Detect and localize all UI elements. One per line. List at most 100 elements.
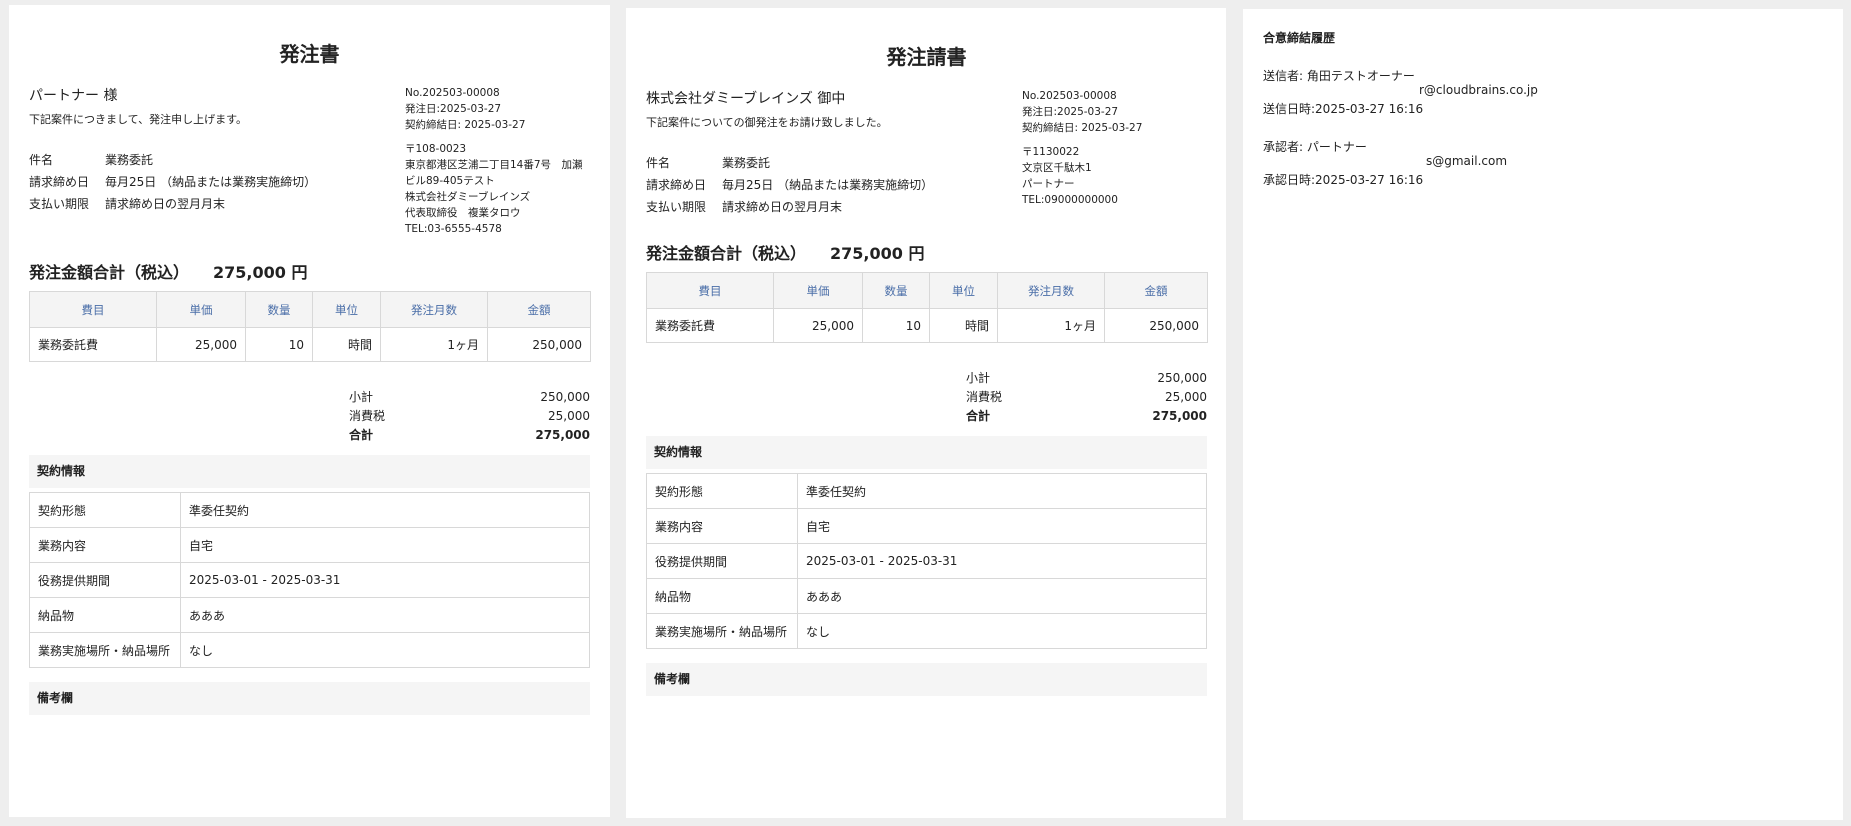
table-row: 契約形態 準委任契約: [29, 492, 590, 528]
sender-email: r@cloudbrains.co.jp: [1419, 83, 1538, 97]
term-value: 業務委託: [105, 153, 154, 167]
contract-value: あああ: [797, 578, 1207, 614]
table-row: 納品物 あああ: [29, 597, 590, 633]
contract-value: 準委任契約: [180, 492, 590, 528]
term-label: 支払い期限: [646, 200, 707, 214]
partner-name: パートナー: [1022, 178, 1075, 190]
tax-value: 25,000: [1165, 390, 1207, 404]
document-number: No.202503-00008: [1022, 90, 1117, 102]
quantity: 10: [862, 308, 930, 343]
contract-label: 業務内容: [29, 527, 181, 563]
item-name: 業務委託費: [646, 308, 774, 343]
history-title: 合意締結履歴: [1263, 31, 1336, 45]
addressee: パートナー 様: [29, 88, 118, 104]
tax-row: 消費税 25,000: [966, 388, 1207, 407]
contract-label: 業務実施場所・納品場所: [646, 613, 798, 649]
items-table: 費目 単価 数量 単位 発注月数 金額 業務委託費 25,000 10 時間 1…: [646, 272, 1208, 343]
lead-text: 下記案件につきまして、発注申し上げます。: [29, 113, 248, 126]
contract-value: あああ: [180, 597, 590, 633]
header-left: パートナー 様 下記案件につきまして、発注申し上げます。 件名 業務委託 請求締め…: [29, 85, 389, 237]
header-left: 株式会社ダミーブレインズ 御中 下記案件についての御発注をお請け致しました。 件…: [646, 88, 1006, 218]
terms-list: 件名 業務委託 請求締め日 毎月25日 （納品または業務実施締切） 支払い期限 請求締…: [29, 149, 389, 215]
document-title: 発注書: [279, 42, 340, 66]
unit-price: 25,000: [773, 308, 863, 343]
column-header: 単価: [773, 272, 863, 309]
total-row: 合計 275,000: [966, 407, 1207, 426]
term-value: 毎月25日 （納品または業務実施締切）: [105, 175, 317, 189]
tax-value: 25,000: [548, 409, 590, 423]
contract-value: 2025-03-01 - 2025-03-31: [797, 543, 1207, 579]
sent-at: 送信日時:2025-03-27 16:16: [1263, 102, 1424, 116]
table-row: 業務実施場所・納品場所 なし: [29, 632, 590, 668]
issuer-postal: 〒108-0023: [405, 143, 467, 155]
column-header: 費目: [29, 291, 157, 328]
term-value: 業務委託: [722, 156, 771, 170]
column-header: 数量: [245, 291, 313, 328]
total-value: 275,000: [1152, 409, 1207, 423]
quantity: 10: [245, 327, 313, 362]
table-row: 業務委託費 25,000 10 時間 1ヶ月 250,000: [29, 327, 591, 362]
term-row: 支払い期限 請求締め日の翌月月末: [646, 196, 1006, 218]
order-total: 発注金額合計（税込） 275,000 円: [29, 259, 590, 283]
order-date: 発注日:2025-03-27: [1022, 106, 1119, 118]
sender: 送信者: 角田テストオーナー: [1263, 69, 1415, 83]
column-header: 数量: [862, 272, 930, 309]
order-total: 発注金額合計（税込） 275,000 円: [646, 240, 1207, 264]
column-header: 発注月数: [997, 272, 1105, 309]
term-value: 請求締め日の翌月月末: [722, 200, 843, 214]
contract-section-heading: 契約情報: [646, 436, 1207, 469]
column-header: 金額: [487, 291, 591, 328]
contract-section-heading: 契約情報: [29, 455, 590, 488]
document-number: No.202503-00008: [405, 87, 500, 99]
order-acceptance-page: 発注請書 株式会社ダミーブレインズ 御中 下記案件についての御発注をお請け致しま…: [626, 8, 1226, 818]
contract-table: 契約形態 準委任契約 業務内容 自宅 役務提供期間 2025-03-01 - 2025…: [29, 492, 590, 668]
subtotal-label: 小計: [966, 371, 991, 385]
contract-value: なし: [180, 632, 590, 668]
table-row: 納品物 あああ: [646, 578, 1207, 614]
item-name: 業務委託費: [29, 327, 157, 362]
term-label: 支払い期限: [29, 197, 90, 211]
term-row: 支払い期限 請求締め日の翌月月末: [29, 193, 389, 215]
table-row: 役務提供期間 2025-03-01 - 2025-03-31: [29, 562, 590, 598]
contract-label: 納品物: [29, 597, 181, 633]
contract-label: 役務提供期間: [29, 562, 181, 598]
subtotal-row: 小計 250,000: [966, 369, 1207, 388]
term-label: 件名: [646, 156, 671, 170]
sums-block: 小計 250,000 消費税 25,000 合計 275,000: [349, 388, 590, 445]
table-row: 業務内容 自宅: [646, 508, 1207, 544]
terms-list: 件名 業務委託 請求締め日 毎月25日 （納品または業務実施締切） 支払い期限 請求締…: [646, 152, 1006, 218]
unit: 時間: [312, 327, 381, 362]
issuer-company: 株式会社ダミーブレインズ: [405, 191, 531, 203]
table-row: 業務実施場所・納品場所 なし: [646, 613, 1207, 649]
term-label: 請求締め日: [29, 175, 90, 189]
total-value: 275,000: [535, 428, 590, 442]
contract-label: 役務提供期間: [646, 543, 798, 579]
column-header: 金額: [1104, 272, 1208, 309]
contract-table: 契約形態 準委任契約 業務内容 自宅 役務提供期間 2025-03-01 - 2025…: [646, 473, 1207, 649]
column-header: 単位: [929, 272, 998, 309]
contract-value: 2025-03-01 - 2025-03-31: [180, 562, 590, 598]
remarks-section-heading: 備考欄: [29, 682, 590, 715]
table-row: 役務提供期間 2025-03-01 - 2025-03-31: [646, 543, 1207, 579]
header-right: No.202503-00008 発注日:2025-03-27 契約締結日: 20…: [405, 85, 590, 237]
contract-label: 契約形態: [646, 473, 798, 509]
subtotal-label: 小計: [349, 390, 374, 404]
document-title: 発注請書: [886, 45, 967, 69]
approver: 承認者: パートナー: [1263, 140, 1367, 154]
order-total-label: 発注金額合計（税込）: [646, 244, 807, 263]
term-label: 請求締め日: [646, 178, 707, 192]
order-total-value: 275,000 円: [213, 263, 308, 282]
term-value: 請求締め日の翌月月末: [105, 197, 226, 211]
header-block: 株式会社ダミーブレインズ 御中 下記案件についての御発注をお請け致しました。 件…: [646, 88, 1207, 218]
column-header: 単価: [156, 291, 246, 328]
term-row: 請求締め日 毎月25日 （納品または業務実施締切）: [29, 171, 389, 193]
header-block: パートナー 様 下記案件につきまして、発注申し上げます。 件名 業務委託 請求締め…: [29, 85, 590, 237]
unit-price: 25,000: [156, 327, 246, 362]
table-row: 契約形態 準委任契約: [646, 473, 1207, 509]
table-row: 業務委託費 25,000 10 時間 1ヶ月 250,000: [646, 308, 1208, 343]
contract-label: 納品物: [646, 578, 798, 614]
total-row: 合計 275,000: [349, 426, 590, 445]
order-acceptance: 発注請書 株式会社ダミーブレインズ 御中 下記案件についての御発注をお請け致しま…: [646, 41, 1208, 696]
term-label: 件名: [29, 153, 54, 167]
partner-postal: 〒1130022: [1022, 146, 1080, 158]
